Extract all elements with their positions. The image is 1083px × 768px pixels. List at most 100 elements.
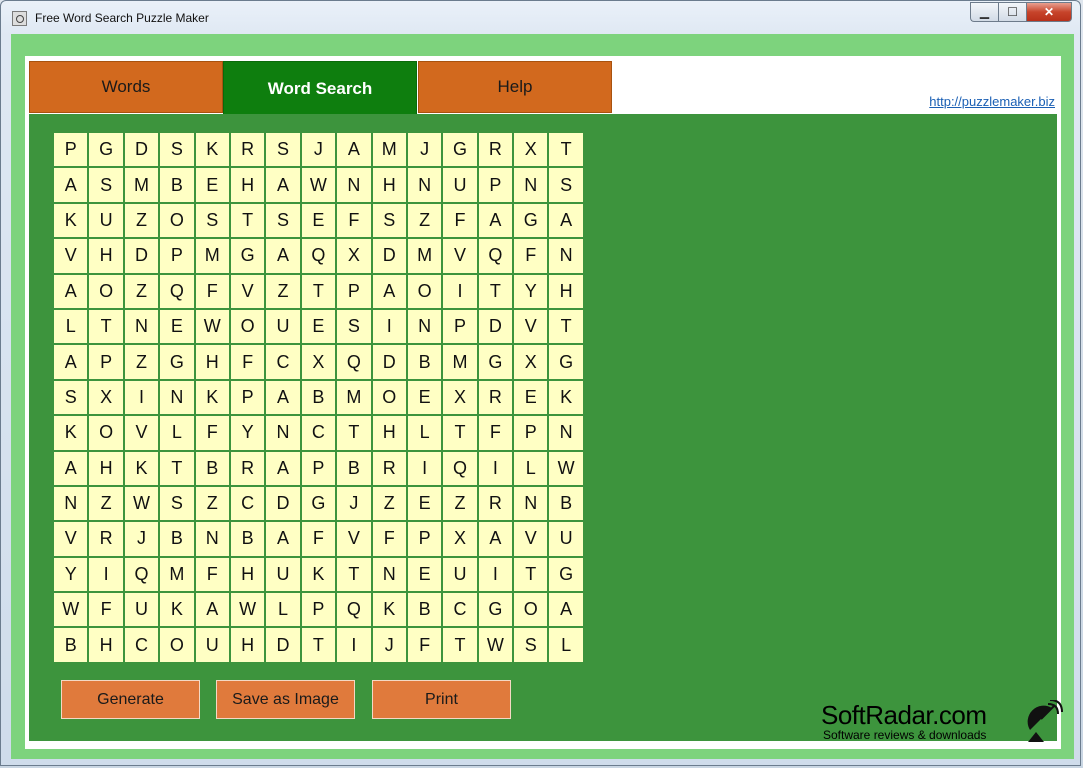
grid-cell: X xyxy=(442,521,478,557)
grid-cell: F xyxy=(371,521,407,557)
grid-cell: V xyxy=(229,273,266,309)
grid-cell: A xyxy=(265,167,301,203)
save-as-image-button[interactable]: Save as Image xyxy=(216,680,355,719)
grid-cell: G xyxy=(513,202,549,239)
grid-cell: X xyxy=(442,379,478,416)
grid-cell: K xyxy=(371,592,407,628)
tab-words[interactable]: Words xyxy=(29,61,223,113)
grid-cell: S xyxy=(159,485,195,522)
grid-cell: N xyxy=(406,167,443,203)
grid-cell: S xyxy=(371,202,407,239)
main-panel: Words Word Search Help http://puzzlemake… xyxy=(25,56,1061,749)
grid-cell: G xyxy=(548,556,584,593)
grid-cell: H xyxy=(88,627,124,663)
grid-cell: L xyxy=(159,415,195,451)
maximize-icon: ☐ xyxy=(1007,5,1018,19)
grid-cell: R xyxy=(229,132,266,168)
website-link[interactable]: http://puzzlemaker.biz xyxy=(929,94,1055,109)
tab-word-search[interactable]: Word Search xyxy=(223,61,417,116)
grid-cell: G xyxy=(477,592,514,628)
grid-cell: B xyxy=(194,450,230,486)
grid-cell: U xyxy=(265,556,301,593)
grid-cell: B xyxy=(300,379,337,416)
grid-cell: A xyxy=(53,167,89,203)
grid-cell: M xyxy=(336,379,372,416)
grid-cell: G xyxy=(229,238,266,274)
grid-cell: T xyxy=(229,202,266,239)
grid-cell: V xyxy=(513,521,549,557)
grid-cell: X xyxy=(513,132,549,168)
close-button[interactable]: ✕ xyxy=(1026,2,1072,22)
grid-cell: O xyxy=(159,627,195,663)
grid-cell: Z xyxy=(194,485,230,522)
maximize-button[interactable]: ☐ xyxy=(998,2,1026,22)
grid-cell: N xyxy=(265,415,301,451)
grid-cell: Y xyxy=(53,556,89,593)
grid-cell: F xyxy=(513,238,549,274)
grid-cell: N xyxy=(513,167,549,203)
grid-cell: S xyxy=(265,132,301,168)
grid-cell: Z xyxy=(123,344,160,380)
grid-cell: E xyxy=(406,485,443,522)
grid-cell: P xyxy=(442,308,478,345)
grid-cell: I xyxy=(442,273,478,309)
close-icon: ✕ xyxy=(1043,5,1055,19)
grid-cell: P xyxy=(477,167,514,203)
grid-cell: E xyxy=(406,379,443,416)
grid-cell: T xyxy=(336,415,372,451)
grid-cell: T xyxy=(88,308,124,345)
grid-cell: R xyxy=(477,485,514,522)
grid-cell: N xyxy=(336,167,372,203)
grid-cell: O xyxy=(406,273,443,309)
title-bar[interactable]: Free Word Search Puzzle Maker ▁ ☐ ✕ xyxy=(1,1,1080,34)
grid-cell: S xyxy=(265,202,301,239)
grid-cell: Z xyxy=(88,485,124,522)
grid-cell: M xyxy=(159,556,195,593)
grid-cell: W xyxy=(548,450,584,486)
grid-cell: F xyxy=(406,627,443,663)
client-area: Words Word Search Help http://puzzlemake… xyxy=(11,34,1074,759)
print-button[interactable]: Print xyxy=(372,680,511,719)
grid-cell: J xyxy=(371,627,407,663)
grid-cell: V xyxy=(53,521,89,557)
watermark-tagline: Software reviews & downloads xyxy=(823,728,987,742)
grid-cell: G xyxy=(159,344,195,380)
grid-cell: T xyxy=(300,627,337,663)
tab-help[interactable]: Help xyxy=(418,61,612,113)
grid-cell: U xyxy=(194,627,230,663)
grid-cell: G xyxy=(88,132,124,168)
grid-cell: W xyxy=(300,167,337,203)
grid-cell: Y xyxy=(513,273,549,309)
grid-cell: B xyxy=(159,521,195,557)
minimize-button[interactable]: ▁ xyxy=(970,2,998,22)
grid-cell: A xyxy=(371,273,407,309)
grid-cell: E xyxy=(159,308,195,345)
app-icon xyxy=(12,11,27,26)
grid-cell: J xyxy=(406,132,443,168)
satellite-dish-icon xyxy=(1027,700,1063,742)
grid-cell: J xyxy=(300,132,337,168)
grid-cell: H xyxy=(88,450,124,486)
watermark-name: SoftRadar.com xyxy=(821,700,987,730)
grid-cell: K xyxy=(159,592,195,628)
grid-cell: P xyxy=(159,238,195,274)
grid-cell: G xyxy=(442,132,478,168)
grid-cell: N xyxy=(548,415,584,451)
grid-cell: K xyxy=(300,556,337,593)
grid-cell: V xyxy=(336,521,372,557)
softradar-watermark: SoftRadar.com Software reviews & downloa… xyxy=(821,700,987,742)
grid-cell: N xyxy=(53,485,89,522)
grid-cell: C xyxy=(300,415,337,451)
grid-cell: A xyxy=(265,379,301,416)
grid-cell: T xyxy=(336,556,372,593)
grid-cell: P xyxy=(336,273,372,309)
grid-cell: Q xyxy=(300,238,337,274)
grid-cell: W xyxy=(229,592,266,628)
grid-cell: V xyxy=(53,238,89,274)
grid-cell: F xyxy=(229,344,266,380)
grid-cell: H xyxy=(548,273,584,309)
generate-button[interactable]: Generate xyxy=(61,680,200,719)
grid-cell: G xyxy=(548,344,584,380)
grid-cell: F xyxy=(194,273,230,309)
grid-cell: I xyxy=(477,450,514,486)
